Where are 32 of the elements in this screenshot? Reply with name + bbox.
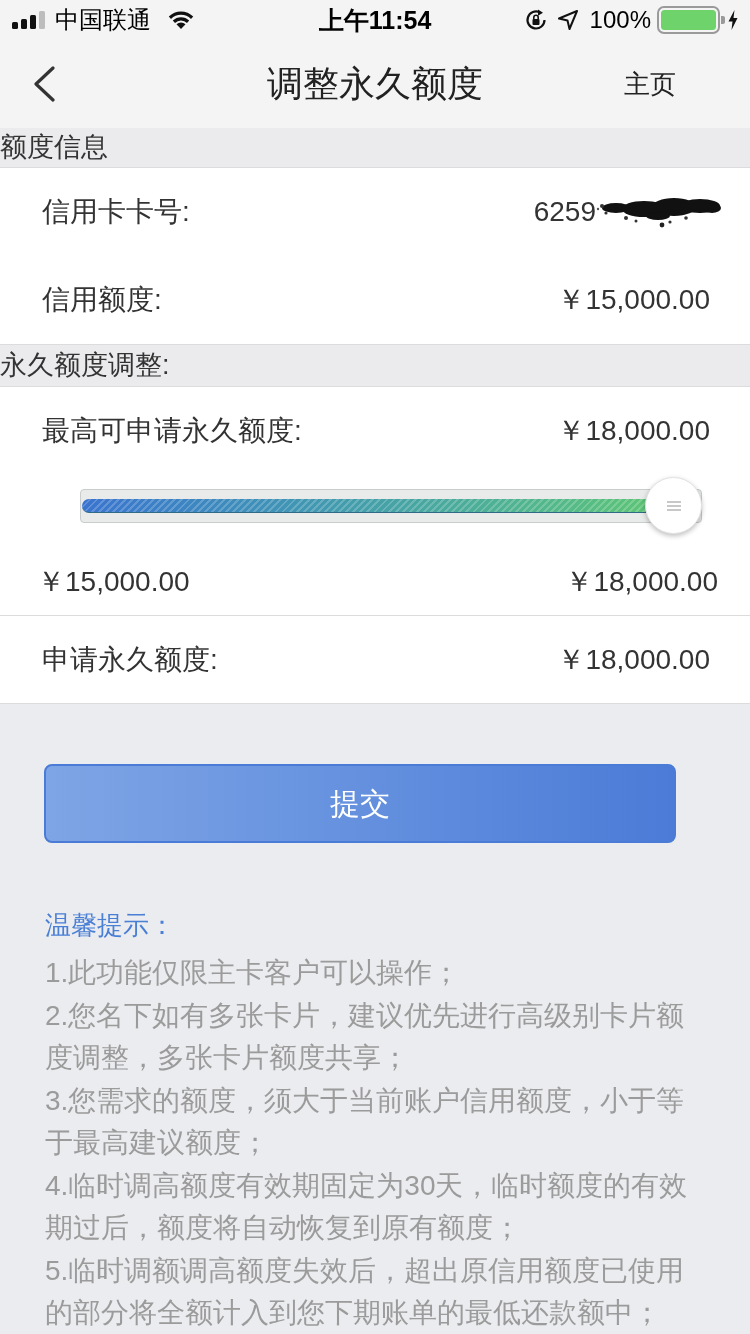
slider-thumb[interactable]	[645, 477, 702, 534]
tip-text: 4.临时调高额度有效期固定为30天，临时额度的有效期过后，额度将自动恢复到原有额度；	[45, 1168, 689, 1245]
slider-max-label: ￥18,000.00	[565, 566, 718, 598]
tip-text: 5.临时调额调高额度失效后，超出原信用额度已使用的部分将全额计入到您下期账单的最低还款额中；	[45, 1253, 686, 1330]
home-link[interactable]: 主页	[624, 68, 676, 100]
status-time: 上午11:54	[318, 6, 432, 34]
field-label: 申请永久额度:	[42, 642, 218, 677]
slider-track[interactable]	[80, 488, 702, 523]
battery-icon	[657, 6, 725, 34]
field-label: 信用额度:	[42, 283, 162, 317]
slider[interactable]	[80, 477, 702, 534]
charging-bolt-icon	[728, 10, 738, 30]
rotation-lock-icon	[523, 8, 548, 32]
back-icon[interactable]	[32, 66, 56, 102]
page-title: 调整永久额度	[267, 62, 483, 106]
slider-min-label: ￥15,000.00	[37, 566, 190, 598]
tip-text: 2.您名下如有多张卡片，建议优先进行高级别卡片额度调整，多张卡片额度共享；	[45, 998, 686, 1075]
wifi-icon	[167, 10, 195, 30]
carrier-name: 中国联通	[55, 6, 151, 34]
field-value: ￥18,000.00	[557, 642, 710, 677]
tip-text: 3.您需求的额度，须大于当前账户信用额度，小于等于最高建议额度；	[45, 1083, 686, 1160]
signal-icon	[12, 11, 46, 29]
field-label: 最高可申请永久额度:	[42, 414, 302, 448]
battery-percent: 100%	[589, 6, 651, 34]
field-value: ￥18,000.00	[557, 414, 710, 448]
tips-title: 温馨提示：	[45, 909, 176, 942]
field-value: ￥15,000.00	[557, 283, 710, 317]
field-value: 6259	[533, 195, 596, 229]
grip-icon	[666, 500, 681, 511]
field-label: 信用卡卡号:	[42, 195, 190, 229]
tip-text: 1.此功能仅限主卡客户可以操作；	[45, 956, 462, 990]
location-arrow-icon	[557, 10, 578, 30]
